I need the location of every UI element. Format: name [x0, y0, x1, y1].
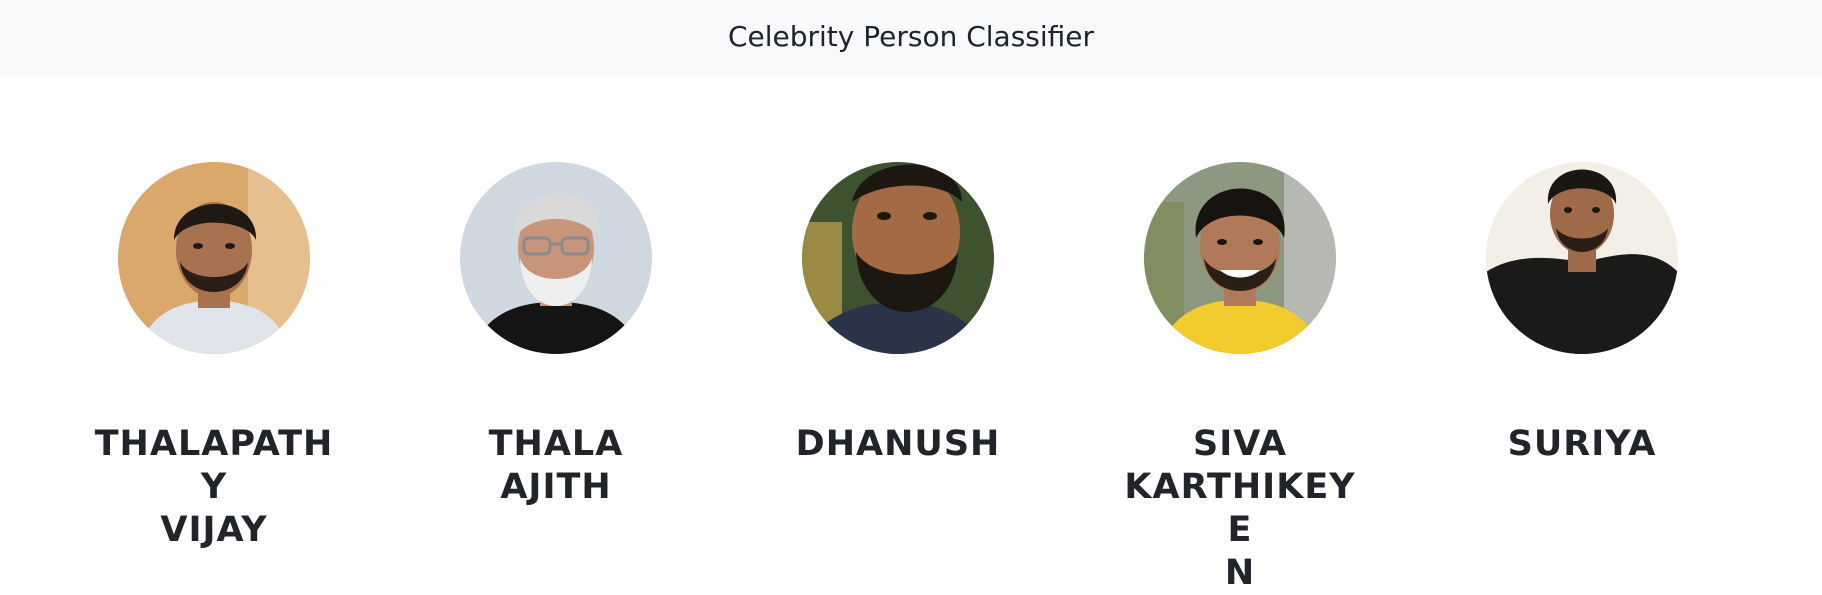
celebrity-card-suriya[interactable]: SURIYA: [1457, 162, 1707, 466]
celebrity-card-siva-karthikeyen[interactable]: SIVA KARTHIKEYE N: [1115, 162, 1365, 595]
person-portrait-icon: [118, 162, 310, 354]
person-portrait-icon: [1144, 162, 1336, 354]
celebrity-name-line: THALAPATHY: [94, 424, 334, 507]
celebrity-name: THALA AJITH: [431, 423, 681, 509]
celebrity-name-line: THALA: [488, 424, 624, 464]
person-portrait-icon: [460, 162, 652, 354]
celebrity-name: THALAPATHY VIJAY: [89, 423, 339, 552]
celebrity-cards: THALAPATHY VIJAY THALA AJITH DHANUSH SIV…: [0, 0, 1822, 593]
celebrity-name: SURIYA: [1457, 423, 1707, 466]
celebrity-photo[interactable]: [1486, 162, 1678, 354]
celebrity-name-line: SIVA: [1192, 424, 1288, 464]
celebrity-name-line: VIJAY: [160, 510, 268, 550]
celebrity-name-line: DHANUSH: [795, 424, 1001, 464]
celebrity-photo[interactable]: [802, 162, 994, 354]
celebrity-photo[interactable]: [460, 162, 652, 354]
celebrity-name: DHANUSH: [773, 423, 1023, 466]
person-portrait-icon: [802, 162, 994, 354]
celebrity-photo[interactable]: [118, 162, 310, 354]
celebrity-name-line: SURIYA: [1507, 424, 1657, 464]
celebrity-name: SIVA KARTHIKEYE N: [1115, 423, 1365, 595]
celebrity-card-thala-ajith[interactable]: THALA AJITH: [431, 162, 681, 509]
person-portrait-icon: [1486, 162, 1678, 354]
celebrity-card-thalapathy-vijay[interactable]: THALAPATHY VIJAY: [89, 162, 339, 552]
celebrity-name-line: KARTHIKEYE: [1124, 467, 1356, 550]
celebrity-card-dhanush[interactable]: DHANUSH: [773, 162, 1023, 466]
celebrity-photo[interactable]: [1144, 162, 1336, 354]
celebrity-name-line: AJITH: [500, 467, 612, 507]
